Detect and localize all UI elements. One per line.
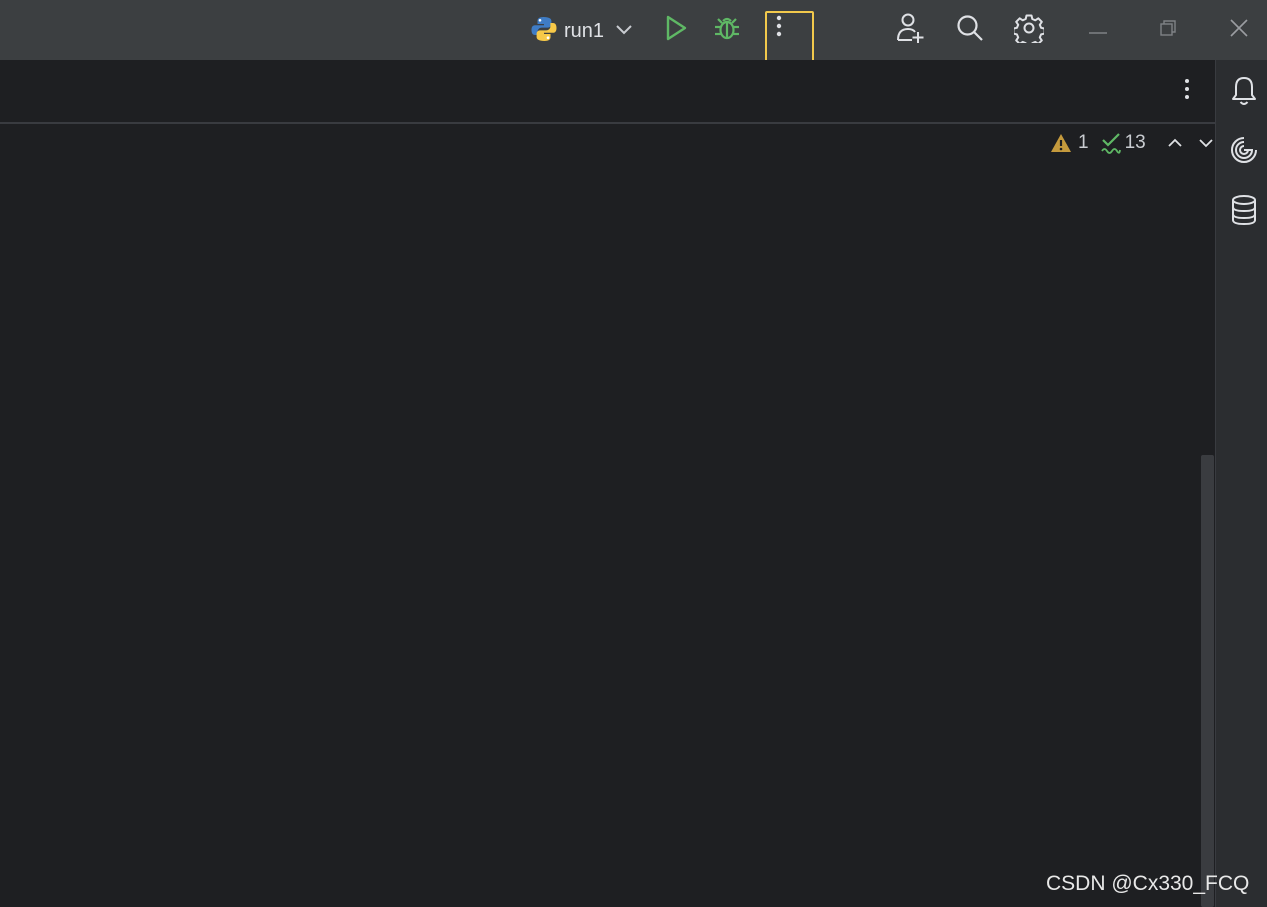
minimize-icon <box>1089 21 1107 39</box>
bell-icon <box>1231 76 1257 111</box>
weak-warnings-count: 13 <box>1124 132 1146 153</box>
run-button[interactable] <box>660 14 692 46</box>
search-icon <box>956 14 984 47</box>
editor-tab-strip <box>0 60 1215 124</box>
bug-icon <box>713 14 741 47</box>
debug-button[interactable] <box>711 14 743 46</box>
watermark-text: CSDN @Cx330_FCQ <box>1046 872 1250 895</box>
vertical-dots-icon <box>1184 78 1190 105</box>
scrollbar-thumb[interactable] <box>1201 455 1214 907</box>
search-everywhere-button[interactable] <box>953 13 987 47</box>
python-icon <box>530 15 558 48</box>
right-tool-stripe <box>1215 60 1267 907</box>
restore-button[interactable] <box>1152 14 1184 46</box>
run-config-label: run1 <box>564 19 605 42</box>
database-icon <box>1231 194 1257 230</box>
spiral-icon <box>1230 136 1258 169</box>
close-icon <box>1230 18 1248 42</box>
chevron-down-icon <box>616 22 632 40</box>
add-user-icon <box>895 12 925 49</box>
database-button[interactable] <box>1229 194 1259 230</box>
warning-icon <box>1050 133 1072 153</box>
vertical-dots-icon <box>776 15 782 42</box>
tab-options-button[interactable] <box>1172 76 1202 106</box>
warnings-count: 1 <box>1078 132 1089 153</box>
code-with-me-button[interactable] <box>892 12 928 48</box>
play-icon <box>664 15 688 46</box>
main-toolbar: run1 <box>0 0 1267 62</box>
chevron-up-icon[interactable] <box>1168 138 1182 148</box>
weak-warning-check-icon <box>1100 132 1121 154</box>
close-button[interactable] <box>1223 14 1255 46</box>
restore-icon <box>1160 19 1176 41</box>
editor-area[interactable] <box>0 124 1215 907</box>
more-actions-button[interactable] <box>765 11 814 62</box>
gear-icon <box>1012 13 1046 48</box>
inspection-widget[interactable]: 1 13 <box>1050 130 1213 156</box>
minimize-button[interactable] <box>1082 14 1114 46</box>
settings-button[interactable] <box>1012 13 1046 48</box>
ai-assistant-button[interactable] <box>1229 136 1259 168</box>
run-configuration-selector[interactable]: run1 <box>530 12 632 50</box>
notifications-button[interactable] <box>1229 76 1259 110</box>
